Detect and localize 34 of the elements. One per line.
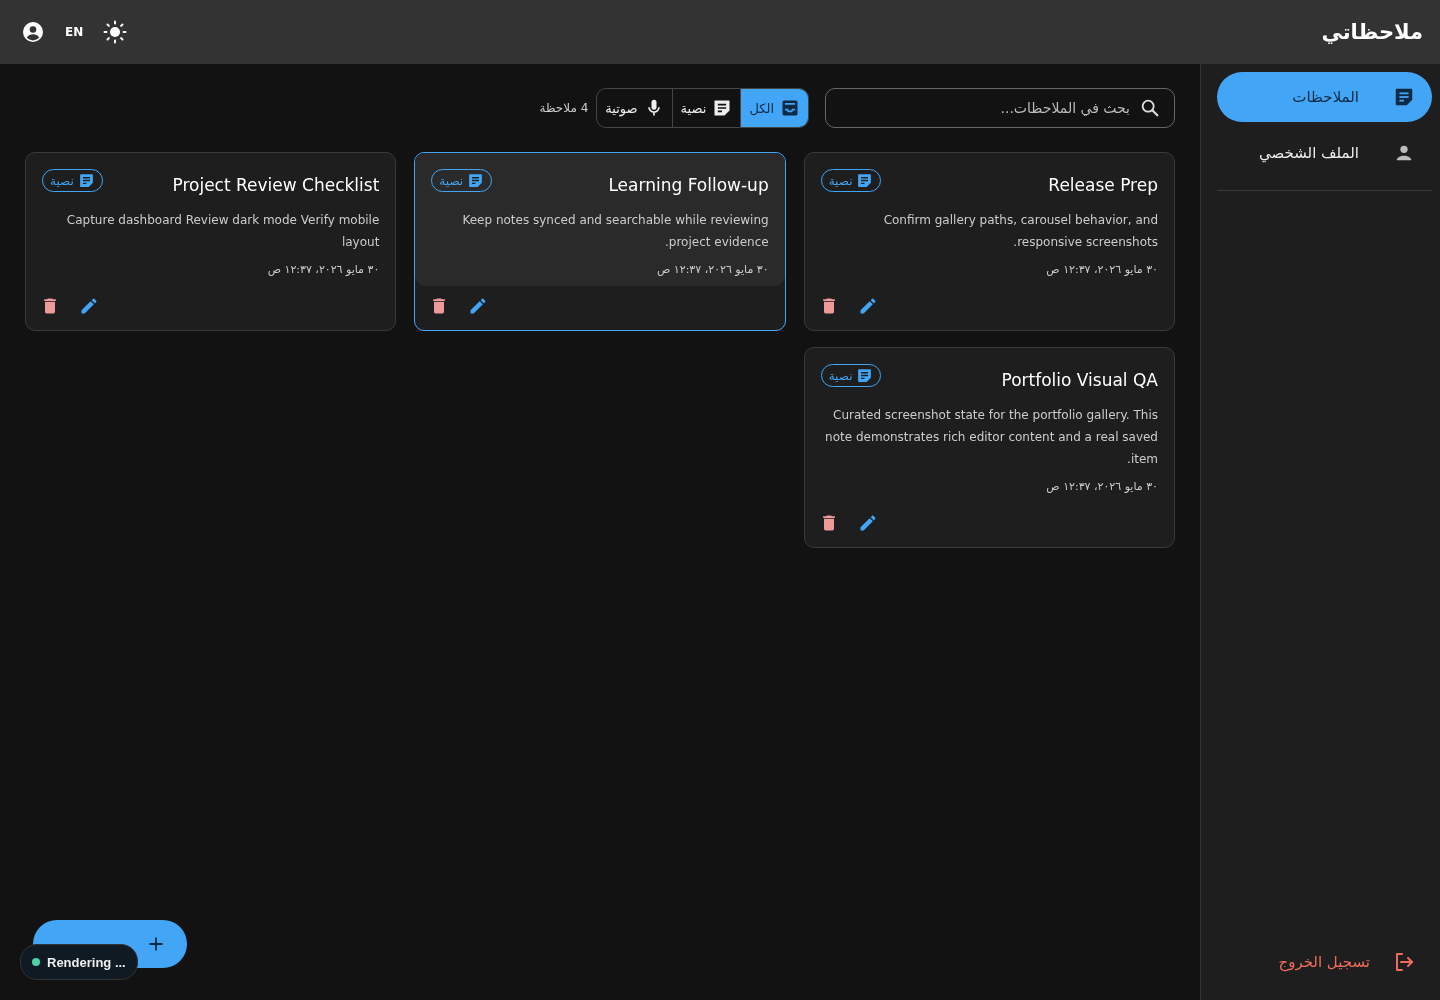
logout-button[interactable]: تسجيل الخروج [1217,942,1432,982]
filter-tab[interactable]: الكل [740,89,808,127]
note-icon [856,367,874,384]
note-date: ٣٠ مايو ٢٠٢٦، ١٢:٣٧ ص [1045,480,1158,493]
search-field[interactable]: بحث في الملاحظات... [825,88,1175,128]
inbox-icon [780,98,800,118]
language-button[interactable]: EN [65,25,84,39]
note-body: Curated screenshot state for the portfolio gallery. This note demonstrates rich editor content and a real saved item. [824,407,1158,468]
note-title: Project Review Checklist [172,175,380,195]
filter-tab[interactable]: نصية [671,89,741,127]
note-icon [856,172,874,189]
app-title: ملاحظاتي [1321,20,1423,44]
note-title: Portfolio Visual QA [1001,370,1158,390]
filter-tab[interactable]: صوتية [597,89,672,127]
note-count: 4 ملاحظة [539,101,589,115]
note-body: Keep notes synced and searchable while reviewing project evidence. [461,212,769,251]
nav-item[interactable]: الملف الشخصي [1217,128,1432,178]
sun-icon[interactable] [103,20,128,44]
account-icon[interactable] [21,20,45,44]
nav-item[interactable]: الملاحظات [1217,72,1432,122]
edit-icon[interactable] [79,296,99,316]
note-date: ٣٠ مايو ٢٠٢٦، ١٢:٣٧ ص [656,263,769,276]
note-body: Confirm gallery paths, carousel behavior, and responsive screenshots. [882,212,1158,251]
note-date: ٣٠ مايو ٢٠٢٦، ١٢:٣٧ ص [266,263,380,276]
note-icon [712,98,733,118]
note-icon [467,172,485,189]
note-body: Capture dashboard Review dark mode Verify mobile layout [65,212,380,251]
note-date: ٣٠ مايو ٢٠٢٦، ١٢:٣٧ ص [1045,263,1158,276]
note-icon [77,172,95,189]
note-title: Release Prep [1048,175,1158,195]
search-icon [1139,97,1161,119]
note-icon [1393,86,1415,108]
status-label: Rendering ... [47,954,126,970]
note-title: Learning Follow-up [608,175,769,195]
